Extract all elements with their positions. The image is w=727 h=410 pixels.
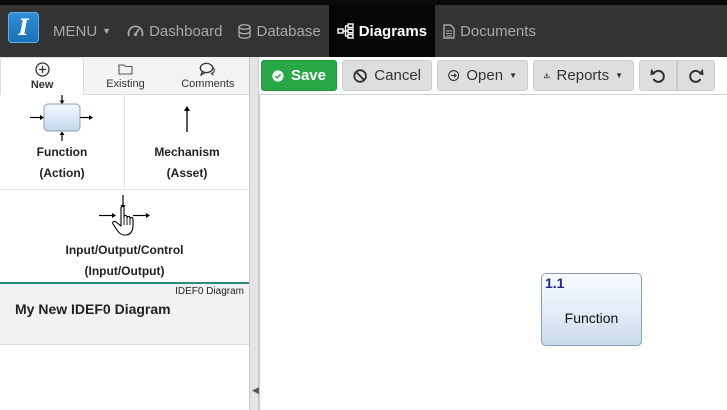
nav-database[interactable]: Database: [230, 5, 328, 57]
diagram-title: My New IDEF0 Diagram: [15, 301, 171, 317]
palette-mechanism-sublabel: (Asset): [166, 166, 208, 180]
main-menu-button[interactable]: MENU ▼: [45, 5, 119, 57]
open-button[interactable]: Open ▼: [437, 60, 528, 91]
undo-icon: [650, 68, 665, 83]
palette-function-sublabel: (Action): [39, 166, 85, 180]
nav-documents-label: Documents: [460, 22, 536, 40]
nav-dashboard-label: Dashboard: [149, 22, 223, 40]
save-button-label: Save: [290, 67, 326, 84]
palette-mechanism-label: Mechanism: [154, 145, 220, 159]
chevron-down-icon: ▼: [509, 71, 517, 80]
undo-redo-group: [639, 60, 715, 91]
panel-splitter[interactable]: ◀: [249, 57, 259, 410]
folder-icon: [118, 64, 133, 75]
document-icon: [443, 23, 455, 39]
palette-input-output-control[interactable]: Input/Output/Control (Input/Output): [0, 190, 249, 283]
chevron-left-icon[interactable]: ◀: [252, 385, 259, 396]
function-shape-icon: [30, 95, 93, 141]
cancel-button-label: Cancel: [374, 67, 421, 84]
undo-button[interactable]: [639, 60, 677, 91]
tab-new[interactable]: New: [0, 57, 85, 95]
palette-mechanism[interactable]: Mechanism (Asset): [124, 95, 249, 189]
left-tabs: New Existing Comments: [0, 57, 249, 95]
check-circle-icon: [272, 69, 284, 82]
tab-comments-label: Comments: [181, 78, 235, 90]
diagram-list-item[interactable]: IDEF0 Diagram My New IDEF0 Diagram: [0, 282, 249, 345]
top-navbar: I MENU ▼ Dashboard Database Diagrams Doc…: [0, 0, 727, 57]
ban-icon: [353, 68, 367, 83]
menu-label: MENU: [53, 22, 98, 40]
nav-dashboard[interactable]: Dashboard: [119, 5, 230, 57]
cancel-button[interactable]: Cancel: [342, 60, 432, 91]
tab-existing[interactable]: Existing: [84, 57, 166, 94]
reports-button[interactable]: Reports ▼: [533, 60, 634, 91]
arrow-circle-right-icon: [448, 70, 460, 81]
shape-palette: Function (Action) Mechanism (Asset) Inpu…: [0, 95, 249, 284]
palette-ioc-label: Input/Output/Control: [65, 243, 184, 257]
reports-button-label: Reports: [556, 67, 610, 84]
function-node[interactable]: 1.1 Function: [541, 273, 642, 346]
palette-ioc-sublabel: (Input/Output): [84, 264, 165, 278]
diagram-type-label: IDEF0 Diagram: [175, 286, 244, 297]
save-button[interactable]: Save: [261, 60, 337, 91]
open-button-label: Open: [466, 67, 504, 84]
palette-function-label: Function: [36, 145, 88, 159]
download-icon: [544, 73, 550, 79]
database-icon: [238, 23, 252, 39]
tab-new-label: New: [30, 78, 54, 91]
plus-circle-icon: [35, 62, 50, 77]
app-logo[interactable]: I: [8, 12, 39, 43]
chevron-down-icon: ▼: [615, 71, 623, 80]
node-number: 1.1: [545, 275, 565, 291]
node-label: Function: [564, 310, 619, 326]
tab-comments[interactable]: Comments: [167, 57, 249, 94]
chevron-down-icon: ▼: [102, 26, 112, 36]
sitemap-icon: [337, 23, 354, 39]
palette-row: Function (Action) Mechanism (Asset): [0, 95, 249, 190]
redo-icon: [689, 68, 704, 83]
palette-function[interactable]: Function (Action): [0, 95, 124, 189]
nav-diagrams[interactable]: Diagrams: [328, 5, 436, 57]
diagram-canvas[interactable]: 1.1 Function: [259, 94, 727, 410]
input-output-control-icon: [98, 195, 150, 236]
mechanism-arrow-icon: [184, 106, 190, 132]
diagram-toolbar: Save Cancel Open ▼ Reports ▼: [259, 57, 727, 94]
tab-existing-label: Existing: [106, 78, 145, 90]
nav-diagrams-label: Diagrams: [358, 22, 428, 40]
left-panel: New Existing Comments Function (Action) …: [0, 57, 249, 410]
nav-database-label: Database: [256, 22, 321, 40]
palette-row: Input/Output/Control (Input/Output): [0, 190, 249, 284]
speedometer-icon: [127, 25, 144, 37]
comments-icon: [199, 62, 216, 76]
nav-documents[interactable]: Documents: [435, 5, 544, 57]
redo-button[interactable]: [677, 60, 715, 91]
